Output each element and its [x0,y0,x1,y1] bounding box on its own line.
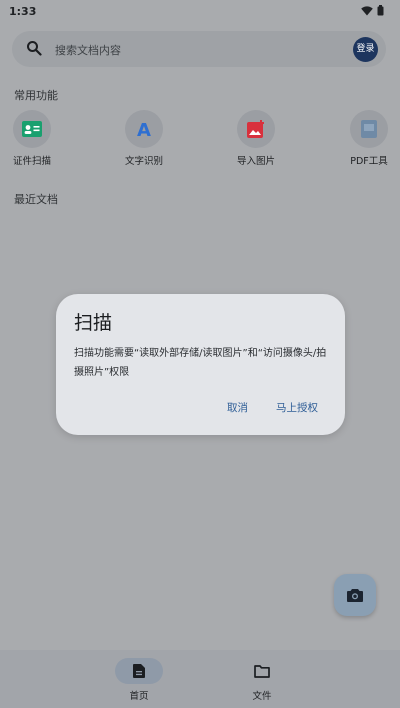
document-icon [133,664,145,678]
folder-icon [254,664,270,678]
tool-pdf[interactable]: PDF工具 [339,110,399,167]
nav-files-label: 文件 [252,691,272,702]
app-screen: 1:33 搜索文档内容 登录 常用功能 证件扫描 A 文字识别 导入图片 PDF… [0,0,400,708]
camera-fab-button[interactable] [334,574,376,616]
recent-docs-heading: 最近文档 [14,193,58,206]
tool-label: 导入图片 [236,156,275,167]
grant-permission-button[interactable]: 马上授权 [276,400,318,415]
search-placeholder[interactable]: 搜索文档内容 [55,42,121,58]
search-icon [27,41,42,56]
tool-id-scan[interactable]: 证件扫描 [2,110,62,167]
nav-files-indicator [238,658,286,684]
id-card-icon [22,121,42,137]
nav-home[interactable]: 首页 [109,658,169,702]
tools-row: 证件扫描 A 文字识别 导入图片 PDF工具 [0,110,400,170]
dialog-title: 扫描 [74,312,113,334]
wifi-icon [361,5,373,16]
nav-files[interactable]: 文件 [232,658,292,702]
camera-icon [347,589,363,602]
tool-label: 文字识别 [124,156,163,167]
import-image-icon-wrap [237,110,275,148]
tool-label: PDF工具 [350,156,388,167]
letter-a-icon: A [137,120,151,138]
tool-text-recognition[interactable]: A 文字识别 [114,110,174,167]
status-icons [361,5,384,16]
pdf-icon-wrap [350,110,388,148]
bottom-navigation: 首页 文件 [0,650,400,708]
common-features-heading: 常用功能 [14,89,58,102]
search-bar[interactable]: 搜索文档内容 登录 [12,31,386,67]
battery-icon [377,5,384,16]
status-time: 1:33 [9,5,37,18]
login-button[interactable]: 登录 [353,37,378,62]
pdf-file-icon [361,120,377,138]
status-bar: 1:33 [0,0,400,24]
tool-import-image[interactable]: 导入图片 [226,110,286,167]
image-import-icon [247,120,264,138]
cancel-button[interactable]: 取消 [227,400,248,415]
nav-home-label: 首页 [129,691,149,702]
tool-label: 证件扫描 [12,156,51,167]
id-scan-icon-wrap [13,110,51,148]
dialog-message: 扫描功能需要“读取外部存储/读取图片”和“访问摄像头/拍摄照片”权限 [74,348,327,378]
nav-home-indicator [115,658,163,684]
permission-dialog: 扫描 扫描功能需要“读取外部存储/读取图片”和“访问摄像头/拍摄照片”权限 取消… [56,294,345,435]
svg-text:A: A [137,120,151,138]
text-recognition-icon-wrap: A [125,110,163,148]
